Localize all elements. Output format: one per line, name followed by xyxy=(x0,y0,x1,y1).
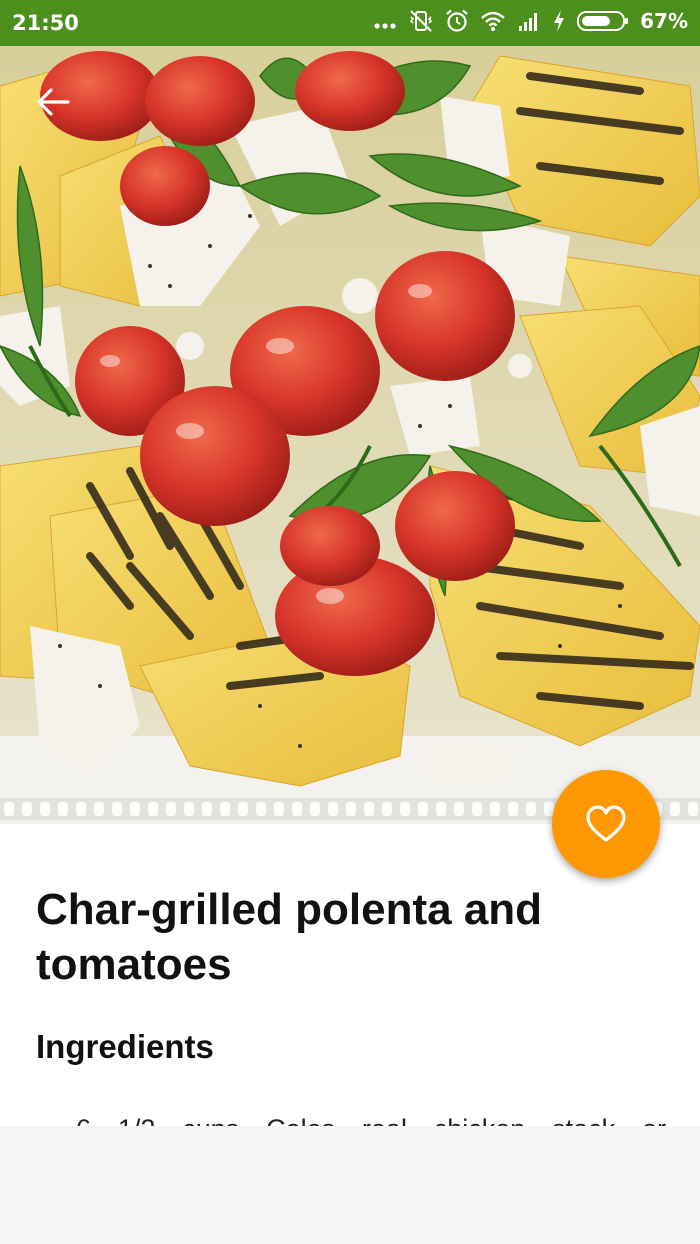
heart-outline-icon xyxy=(585,805,627,843)
signal-icon xyxy=(516,8,542,34)
status-time: 21:50 xyxy=(12,11,79,35)
charging-icon xyxy=(552,8,566,34)
status-icons: 67% xyxy=(372,8,688,34)
recipe-hero-image xyxy=(0,46,700,824)
ingredients-list: 6 1/2 cups Coles real chicken stock or xyxy=(36,1109,666,1126)
ingredient-item: 6 1/2 cups Coles real chicken stock or xyxy=(36,1109,666,1126)
ingredients-heading: Ingredients xyxy=(36,1028,214,1065)
back-button[interactable] xyxy=(28,80,78,124)
favorite-button[interactable] xyxy=(552,770,660,878)
arrow-left-icon xyxy=(36,87,70,117)
alarm-icon xyxy=(444,8,470,34)
status-bar: 21:50 67% xyxy=(0,0,700,46)
battery-icon xyxy=(576,8,630,34)
ingredient-text: 6 1/2 cups Coles real chicken stock or xyxy=(76,1114,666,1126)
bottom-empty-area xyxy=(0,1126,700,1244)
more-dots-icon xyxy=(372,8,398,34)
battery-percent: 67% xyxy=(640,9,688,33)
recipe-title: Char-grilled polenta and tomatoes xyxy=(36,885,543,989)
vibrate-off-icon xyxy=(408,8,434,34)
wifi-icon xyxy=(480,8,506,34)
